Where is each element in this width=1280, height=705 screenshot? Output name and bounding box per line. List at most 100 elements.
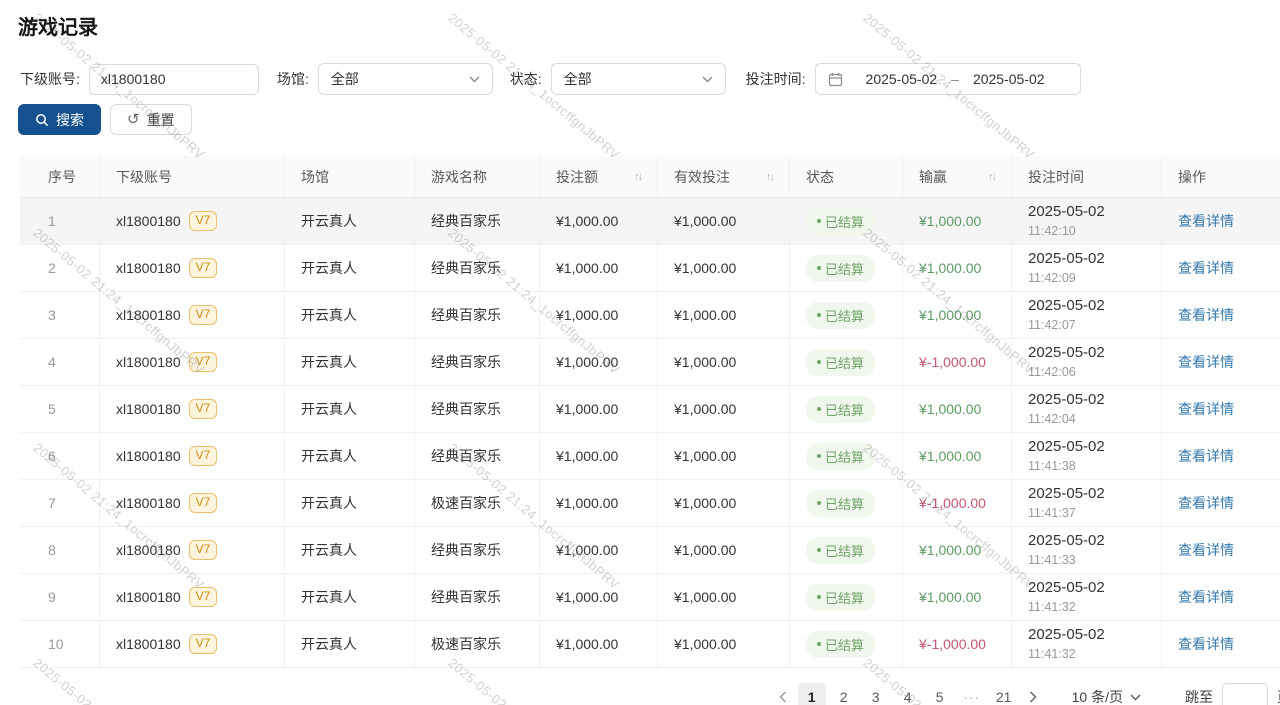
status-badge: 已结算 xyxy=(806,584,875,611)
row-game: 经典百家乐 xyxy=(415,339,540,385)
row-valid-amount: ¥1,000.00 xyxy=(658,527,790,573)
status-badge-label: 已结算 xyxy=(825,353,864,372)
page-title: 游戏记录 xyxy=(0,0,1280,40)
table-body: 1 xl1800180 V7 开云真人 经典百家乐 ¥1,000.00 ¥1,0… xyxy=(20,198,1280,668)
row-account-cell: xl1800180 V7 xyxy=(100,245,285,291)
row-win-cell: ¥1,000.00 xyxy=(903,433,1012,479)
view-details-link[interactable]: 查看详情 xyxy=(1178,493,1234,513)
reset-button[interactable]: ↺ 重置 xyxy=(110,104,192,135)
chevron-down-icon xyxy=(1130,694,1141,701)
header-account: 下级账号 xyxy=(100,156,285,197)
sort-icon[interactable]: ↑↓ xyxy=(634,171,641,183)
bet-date: 2025-05-02 xyxy=(1028,202,1105,222)
header-valid-sortable[interactable]: 有效投注 ↑↓ xyxy=(658,156,790,197)
row-venue: 开云真人 xyxy=(285,527,415,573)
table-header-row: 序号 下级账号 场馆 游戏名称 投注额 ↑↓ 有效投注 ↑↓ 状态 输赢 ↑↓ … xyxy=(20,156,1280,198)
previous-page-button[interactable] xyxy=(770,683,796,705)
next-page-button[interactable] xyxy=(1020,683,1046,705)
row-bet-amount: ¥1,000.00 xyxy=(540,621,658,667)
row-account-cell: xl1800180 V7 xyxy=(100,339,285,385)
action-buttons: 搜索 ↺ 重置 xyxy=(18,104,1280,135)
status-select[interactable]: 全部 xyxy=(551,63,726,95)
row-seq: 7 xyxy=(20,480,100,526)
status-badge-label: 已结算 xyxy=(825,259,864,278)
table-row: 5 xl1800180 V7 开云真人 经典百家乐 ¥1,000.00 ¥1,0… xyxy=(20,386,1280,433)
page-size-select[interactable]: 10 条/页 xyxy=(1072,687,1141,705)
page-button[interactable]: 3 xyxy=(862,683,890,705)
view-details-link[interactable]: 查看详情 xyxy=(1178,352,1234,372)
row-time-cell: 2025-05-02 11:42:07 xyxy=(1012,292,1162,338)
row-game: 经典百家乐 xyxy=(415,245,540,291)
vip-level-badge: V7 xyxy=(189,493,218,512)
account-input[interactable] xyxy=(89,64,259,95)
row-action-cell: 查看详情 xyxy=(1162,527,1280,573)
row-status-cell: 已结算 xyxy=(790,198,903,244)
date-range-picker[interactable]: 2025-05-02 – 2025-05-02 xyxy=(815,63,1081,95)
row-action-cell: 查看详情 xyxy=(1162,339,1280,385)
row-action-cell: 查看详情 xyxy=(1162,480,1280,526)
status-dot-icon xyxy=(817,407,821,411)
header-game: 游戏名称 xyxy=(415,156,540,197)
row-action-cell: 查看详情 xyxy=(1162,433,1280,479)
date-end-value: 2025-05-02 xyxy=(973,71,1045,87)
reset-button-label: 重置 xyxy=(147,110,175,130)
bet-date: 2025-05-02 xyxy=(1028,484,1105,504)
win-amount: ¥1,000.00 xyxy=(919,589,981,605)
status-label: 状态: xyxy=(510,69,542,89)
account-text: xl1800180 xyxy=(116,448,181,464)
win-amount: ¥-1,000.00 xyxy=(919,354,986,370)
row-account-cell: xl1800180 V7 xyxy=(100,292,285,338)
page-button[interactable]: 4 xyxy=(894,683,922,705)
header-valid-label: 有效投注 xyxy=(674,167,730,187)
account-text: xl1800180 xyxy=(116,636,181,652)
jump-to-page-input[interactable] xyxy=(1222,683,1268,705)
row-venue: 开云真人 xyxy=(285,292,415,338)
account-text: xl1800180 xyxy=(116,589,181,605)
page-button[interactable]: 2 xyxy=(830,683,858,705)
row-win-cell: ¥1,000.00 xyxy=(903,198,1012,244)
table-row: 3 xl1800180 V7 开云真人 经典百家乐 ¥1,000.00 ¥1,0… xyxy=(20,292,1280,339)
status-badge-label: 已结算 xyxy=(825,541,864,560)
page-button[interactable]: 21 xyxy=(990,683,1018,705)
sort-icon[interactable]: ↑↓ xyxy=(766,171,773,183)
row-action-cell: 查看详情 xyxy=(1162,386,1280,432)
view-details-link[interactable]: 查看详情 xyxy=(1178,258,1234,278)
row-status-cell: 已结算 xyxy=(790,386,903,432)
vip-level-badge: V7 xyxy=(189,587,218,606)
row-win-cell: ¥1,000.00 xyxy=(903,386,1012,432)
view-details-link[interactable]: 查看详情 xyxy=(1178,587,1234,607)
jump-to-label: 跳至 xyxy=(1185,687,1213,705)
row-time-cell: 2025-05-02 11:41:32 xyxy=(1012,621,1162,667)
status-badge: 已结算 xyxy=(806,396,875,423)
bet-time-label: 投注时间: xyxy=(746,69,806,89)
row-status-cell: 已结算 xyxy=(790,339,903,385)
view-details-link[interactable]: 查看详情 xyxy=(1178,446,1234,466)
filter-bar: 下级账号: 场馆: 全部 状态: 全部 投注时间: 2025-05-02 – 2… xyxy=(20,63,1280,95)
venue-select[interactable]: 全部 xyxy=(318,63,493,95)
view-details-link[interactable]: 查看详情 xyxy=(1178,211,1234,231)
row-seq: 6 xyxy=(20,433,100,479)
header-bet-sortable[interactable]: 投注额 ↑↓ xyxy=(540,156,658,197)
row-account-cell: xl1800180 V7 xyxy=(100,621,285,667)
status-dot-icon xyxy=(817,360,821,364)
view-details-link[interactable]: 查看详情 xyxy=(1178,305,1234,325)
view-details-link[interactable]: 查看详情 xyxy=(1178,399,1234,419)
bet-date: 2025-05-02 xyxy=(1028,249,1105,269)
view-details-link[interactable]: 查看详情 xyxy=(1178,540,1234,560)
page-button[interactable]: 5 xyxy=(926,683,954,705)
bet-time: 11:42:09 xyxy=(1028,270,1076,287)
search-button[interactable]: 搜索 xyxy=(18,104,101,135)
table-row: 10 xl1800180 V7 开云真人 极速百家乐 ¥1,000.00 ¥1,… xyxy=(20,621,1280,668)
bet-time: 11:41:38 xyxy=(1028,458,1076,475)
status-badge: 已结算 xyxy=(806,302,875,329)
row-bet-amount: ¥1,000.00 xyxy=(540,480,658,526)
header-time: 投注时间 xyxy=(1012,156,1162,197)
account-label: 下级账号: xyxy=(20,69,80,89)
sort-icon[interactable]: ↑↓ xyxy=(988,171,995,183)
account-text: xl1800180 xyxy=(116,542,181,558)
win-amount: ¥-1,000.00 xyxy=(919,495,986,511)
header-win-sortable[interactable]: 输赢 ↑↓ xyxy=(903,156,1012,197)
view-details-link[interactable]: 查看详情 xyxy=(1178,634,1234,654)
table-row: 7 xl1800180 V7 开云真人 极速百家乐 ¥1,000.00 ¥1,0… xyxy=(20,480,1280,527)
page-button[interactable]: 1 xyxy=(798,683,826,705)
